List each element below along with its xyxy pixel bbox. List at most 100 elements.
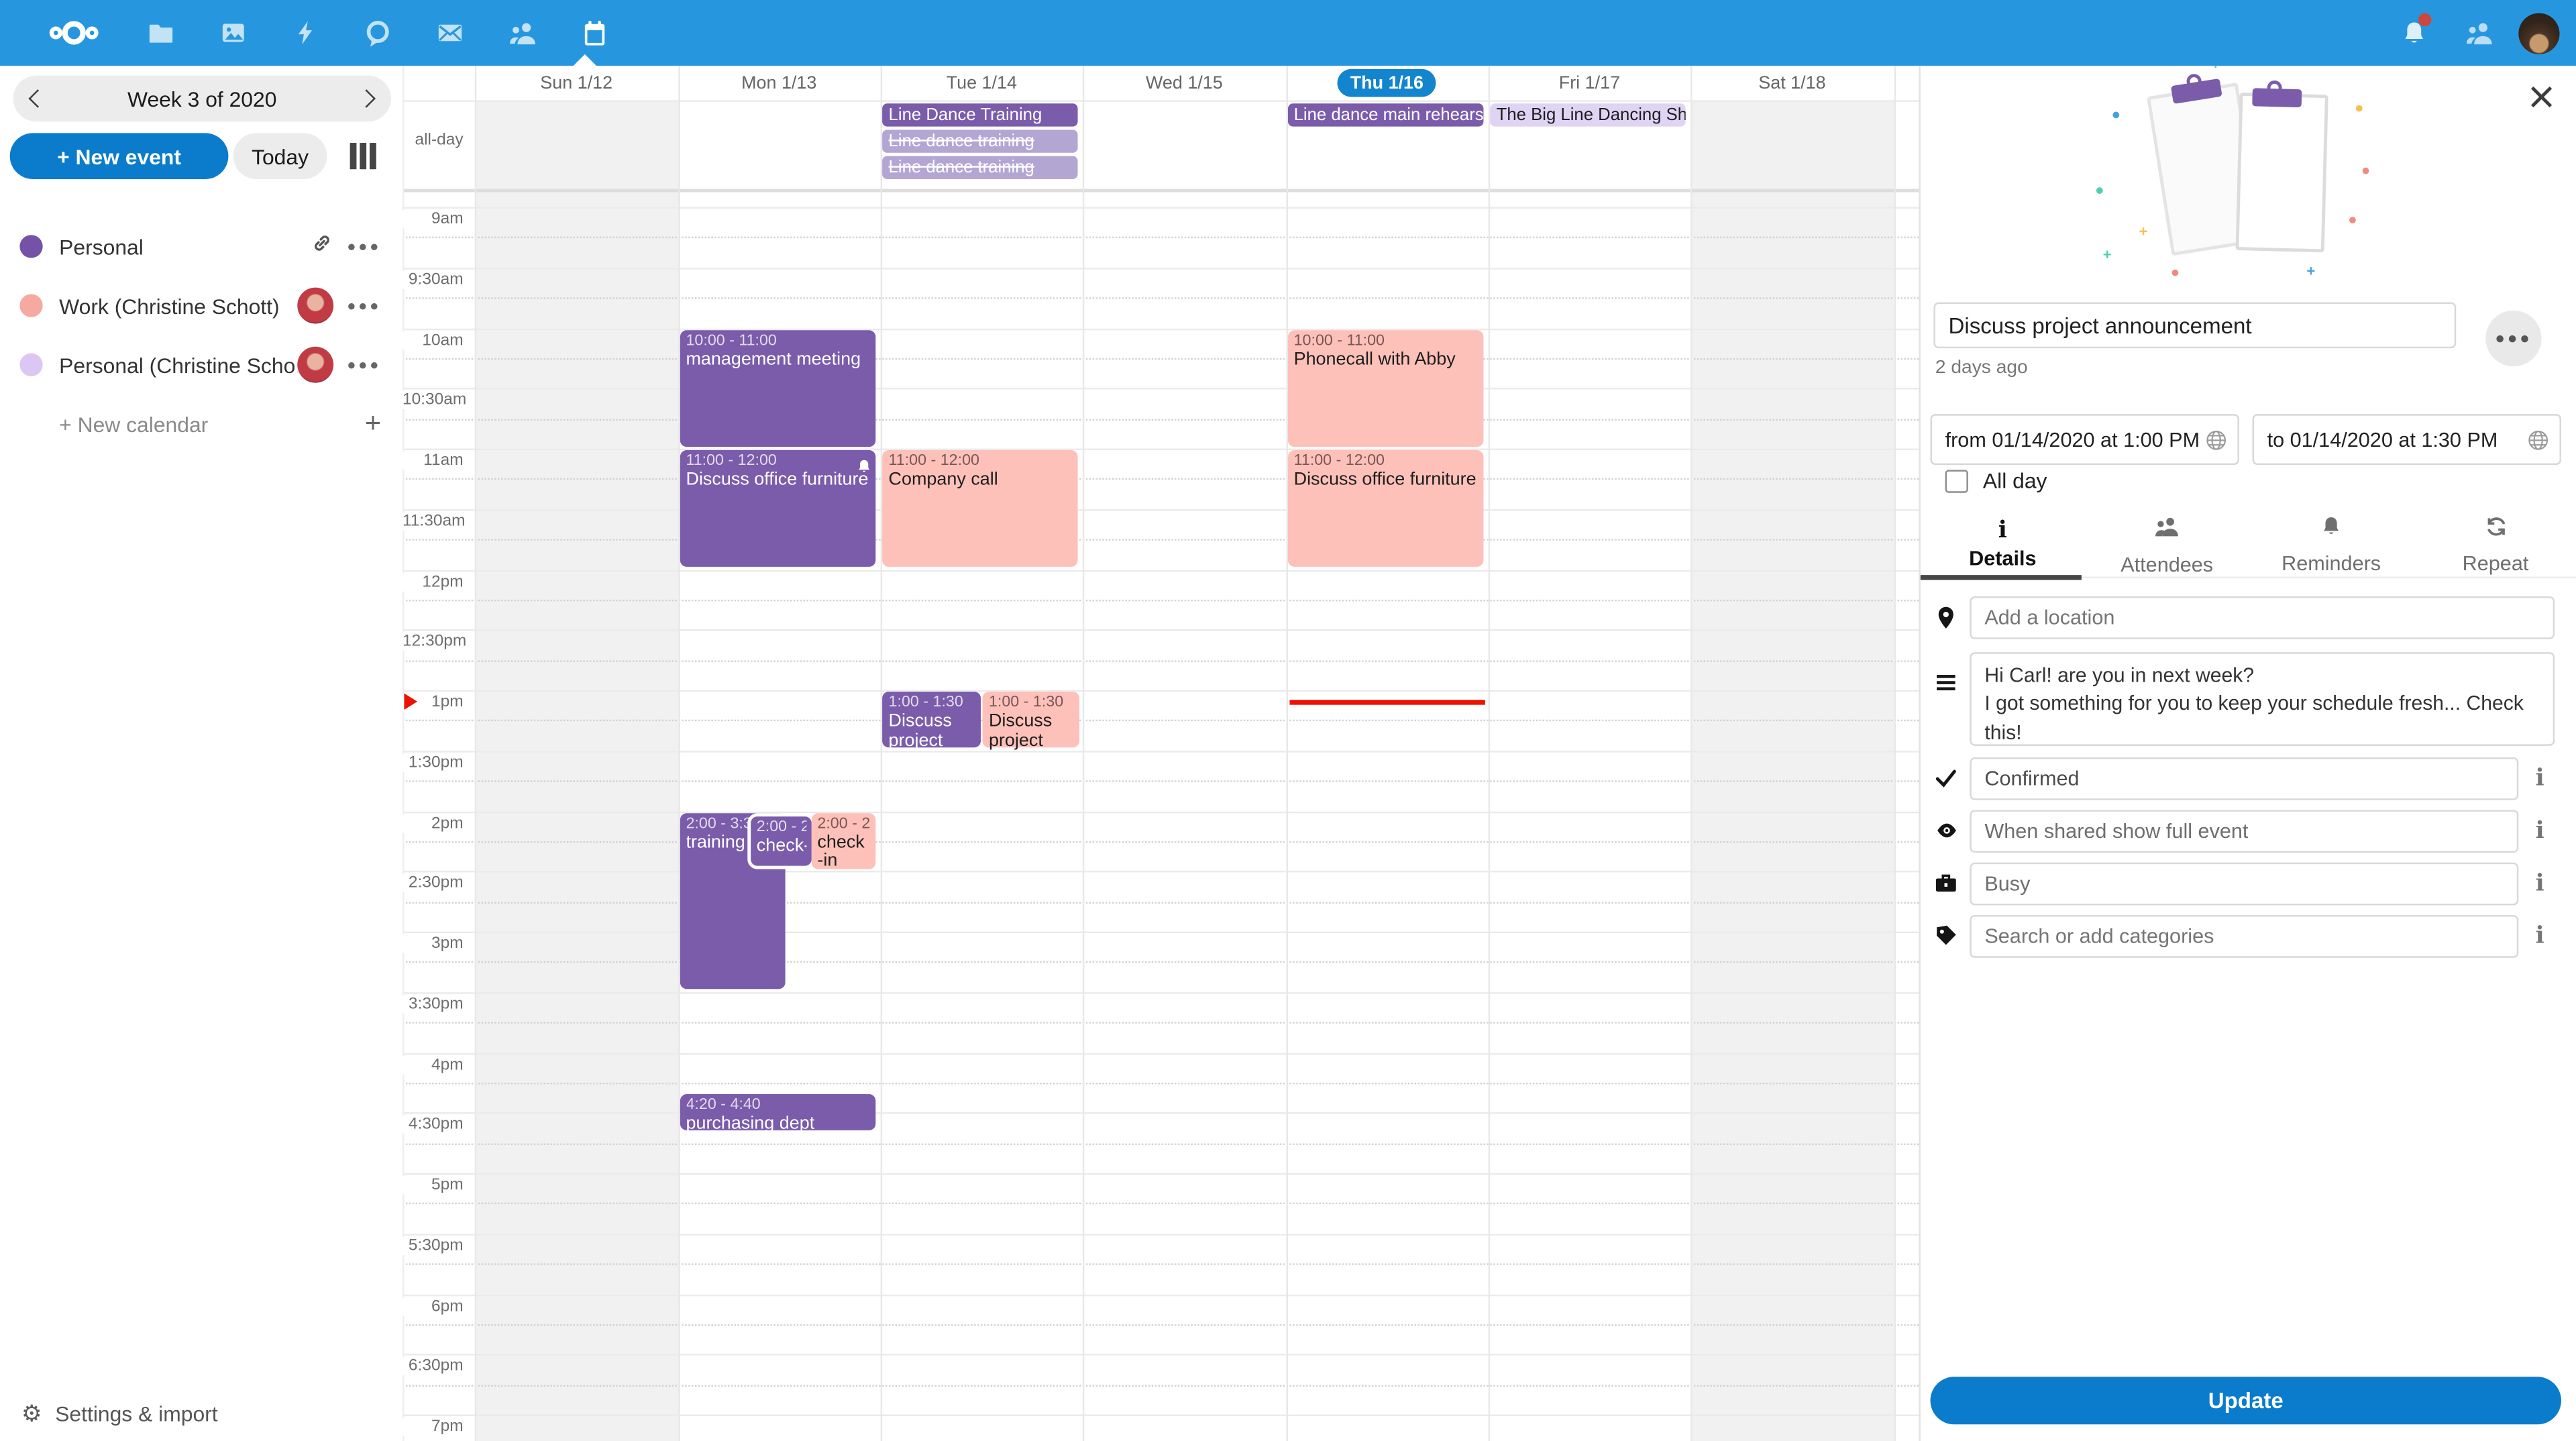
event-title: Phonecall with Abby <box>1294 351 1479 370</box>
app-launcher <box>23 0 631 66</box>
start-date-value: from 01/14/2020 at 1:00 PM <box>1945 428 2200 451</box>
location-input[interactable] <box>1970 596 2555 639</box>
more-actions-button[interactable]: ●●● <box>2485 311 2541 366</box>
event-card[interactable]: 4:20 - 4:40purchasing dept <box>680 1094 875 1130</box>
visibility-select[interactable]: When shared show full event <box>1970 810 2518 853</box>
categories-tag-icon <box>1933 923 1960 949</box>
event-title: Company call <box>889 472 1073 491</box>
timezone-globe-icon[interactable] <box>2205 429 2228 451</box>
end-date-value: to 01/14/2020 at 1:30 PM <box>2267 428 2498 451</box>
event-title-input[interactable] <box>1933 303 2456 349</box>
categories-input[interactable] <box>1970 915 2518 958</box>
allday-event[interactable]: The Big Line Dancing Show <box>1490 103 1686 125</box>
update-button[interactable]: Update <box>1931 1377 2561 1424</box>
event-card[interactable]: 11:00 - 12:00Company call <box>882 450 1078 567</box>
last-modified-label: 2 days ago <box>1935 358 2028 378</box>
event-title: Discuss project <box>989 713 1074 752</box>
status-check-icon <box>1933 765 1960 792</box>
time-label: 6:30pm <box>402 1357 467 1375</box>
time-label: 2:30pm <box>402 874 467 892</box>
time-label: 12:30pm <box>402 633 467 651</box>
end-date-field[interactable]: to 01/14/2020 at 1:30 PM <box>2253 414 2561 465</box>
time-label: 5pm <box>402 1176 467 1194</box>
day-header-label: Mon 1/13 <box>741 73 816 93</box>
notification-dot <box>2418 13 2432 27</box>
time-label: 3pm <box>402 935 467 953</box>
event-card[interactable]: 10:00 - 11:00management meeting <box>680 329 875 446</box>
column-border <box>880 66 881 1441</box>
event-card[interactable]: 1:00 - 1:30Discuss project announcement <box>882 692 981 748</box>
day-header-sun[interactable]: Sun 1/12 <box>475 66 678 100</box>
time-label: 5:30pm <box>402 1236 467 1255</box>
current-time-arrow <box>404 693 417 709</box>
topbar <box>0 0 2576 66</box>
files-app-icon[interactable] <box>125 0 197 66</box>
talk-app-icon[interactable] <box>341 0 414 66</box>
all-day-checkbox[interactable]: All day <box>1931 468 2047 493</box>
day-header-tue[interactable]: Tue 1/14 <box>880 66 1083 100</box>
time-label: 4:30pm <box>402 1116 467 1134</box>
day-header-sat[interactable]: Sat 1/18 <box>1690 66 1893 100</box>
event-card[interactable]: 2:00 - 2:30check-in <box>811 812 875 869</box>
visibility-info-icon[interactable]: i <box>2528 818 2551 845</box>
all-day-label: All day <box>1983 468 2047 493</box>
time-label: 12pm <box>402 572 467 590</box>
nextcloud-logo-icon[interactable] <box>23 0 125 66</box>
freebusy-select[interactable]: Busy <box>1970 863 2518 906</box>
event-editor-panel: + + + + ●●● 2 days ago from 01/14/2020 a… <box>1919 66 2576 1441</box>
editor-tabs: i Details Attendees Reminders Repeat <box>1921 513 2576 578</box>
start-date-field[interactable]: from 01/14/2020 at 1:00 PM <box>1931 414 2239 465</box>
timezone-globe-icon[interactable] <box>2527 429 2550 451</box>
event-card[interactable]: 11:00 - 12:00Discuss office furniture <box>680 450 875 567</box>
user-avatar[interactable] <box>2518 12 2559 53</box>
event-time: 2:00 - 2:30 <box>817 814 869 833</box>
event-card[interactable]: 2:00 - 2:30check-in <box>747 812 814 869</box>
status-select[interactable]: Confirmed <box>1970 757 2518 800</box>
time-label: 7pm <box>402 1418 467 1436</box>
event-card[interactable]: 10:00 - 11:00Phonecall with Abby <box>1287 329 1483 446</box>
mail-app-icon[interactable] <box>414 0 486 66</box>
event-time: 10:00 - 11:00 <box>686 331 870 350</box>
contacts-app-icon[interactable] <box>486 0 559 66</box>
close-icon[interactable] <box>2527 82 2557 111</box>
calendar-grid[interactable]: 9am9:30am10am10:30am11am11:30am12pm12:30… <box>0 0 1919 1441</box>
tab-reminders[interactable]: Reminders <box>2249 513 2414 577</box>
day-header-thu[interactable]: Thu 1/16 <box>1285 66 1488 100</box>
allday-event[interactable]: Line dance training <box>882 155 1078 178</box>
event-title: Discuss project announcement <box>889 713 976 748</box>
allday-event[interactable]: Line Dance Training <box>882 103 1078 125</box>
active-tab-indicator <box>1921 575 2082 580</box>
event-title: check-in <box>757 837 806 857</box>
column-border <box>1893 66 1894 1441</box>
allday-event[interactable]: Line dance main rehearsal <box>1287 103 1483 125</box>
event-card[interactable]: 11:00 - 12:00Discuss office furniture <box>1287 450 1483 567</box>
event-title: Discuss office furniture <box>686 472 870 491</box>
status-info-icon[interactable]: i <box>2528 765 2551 792</box>
photos-app-icon[interactable] <box>197 0 270 66</box>
time-label: 10:30am <box>402 391 467 409</box>
info-icon: i <box>1998 519 2007 542</box>
visibility-eye-icon <box>1933 818 1960 845</box>
column-border <box>1488 66 1489 1441</box>
day-header-fri[interactable]: Fri 1/17 <box>1488 66 1690 100</box>
categories-info-icon[interactable]: i <box>2528 923 2551 949</box>
tab-attendees[interactable]: Attendees <box>2085 513 2249 577</box>
notifications-bell-icon[interactable] <box>2381 0 2447 66</box>
tab-details[interactable]: i Details <box>1921 513 2085 577</box>
event-card[interactable]: 1:00 - 1:30Discuss project <box>982 692 1079 748</box>
event-title: purchasing dept <box>686 1116 870 1135</box>
day-header-wed[interactable]: Wed 1/15 <box>1083 66 1285 100</box>
day-header-label: Sun 1/12 <box>540 73 612 93</box>
event-illustration: + + + + <box>2109 72 2372 280</box>
allday-event[interactable]: Line dance training <box>882 129 1078 152</box>
busy-briefcase-icon <box>1933 871 1960 897</box>
freebusy-info-icon[interactable]: i <box>2528 871 2551 897</box>
activity-app-icon[interactable] <box>270 0 342 66</box>
event-time: 1:00 - 1:30 <box>989 693 1074 712</box>
day-header-mon[interactable]: Mon 1/13 <box>678 66 880 100</box>
tab-repeat[interactable]: Repeat <box>2414 513 2576 577</box>
description-textarea[interactable]: Hi Carl! are you in next week? I got som… <box>1970 652 2555 746</box>
contacts-menu-icon[interactable] <box>2447 0 2512 66</box>
day-header-label: Tue 1/14 <box>947 73 1017 93</box>
checkbox-box[interactable] <box>1945 469 1968 492</box>
